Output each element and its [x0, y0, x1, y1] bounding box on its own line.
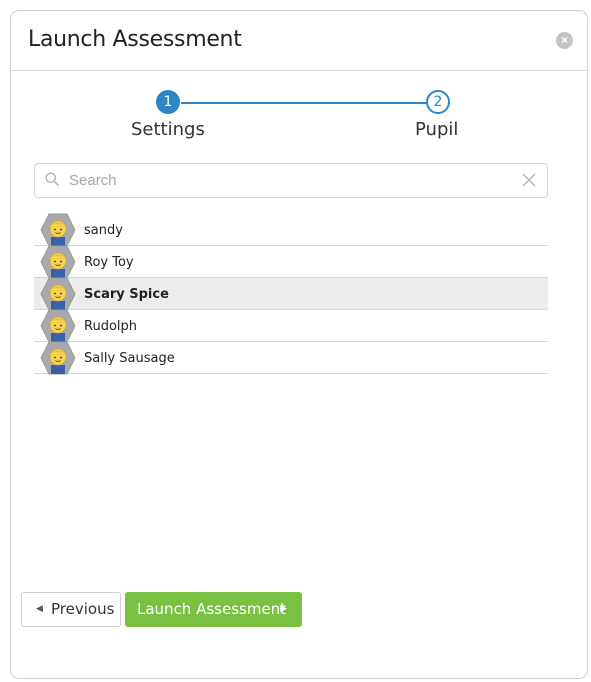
list-item[interactable]: Roy Toy	[34, 245, 548, 279]
launch-assessment-button[interactable]: Launch Assessment ▶	[125, 592, 302, 627]
pupil-search	[34, 163, 548, 198]
search-input[interactable]	[69, 168, 509, 193]
pupil-name: Scary Spice	[84, 287, 169, 302]
avatar	[40, 341, 76, 375]
pupil-name: Roy Toy	[84, 255, 134, 270]
list-item[interactable]: Sally Sausage	[34, 341, 548, 375]
avatar	[40, 309, 76, 343]
pupil-list: sandy Roy Toy Scary Spice Rudolph Sally	[34, 213, 548, 375]
list-item[interactable]: sandy	[34, 213, 548, 247]
pupil-name: Rudolph	[84, 319, 137, 334]
avatar	[40, 277, 76, 311]
pupil-name: sandy	[84, 223, 123, 238]
step-1-indicator[interactable]: 1	[156, 90, 180, 114]
dialog-header: Launch Assessment ×	[11, 11, 587, 71]
previous-button[interactable]: ◀ Previous	[21, 592, 121, 627]
pupil-name: Sally Sausage	[84, 351, 175, 366]
step-2-indicator: 2	[426, 90, 450, 114]
launch-assessment-button-label: Launch Assessment	[137, 600, 287, 618]
chevron-right-icon: ▶	[280, 604, 287, 614]
search-icon	[45, 172, 59, 186]
previous-button-label: Previous	[51, 600, 115, 618]
avatar	[40, 245, 76, 279]
dialog-title: Launch Assessment	[28, 27, 242, 52]
list-item[interactable]: Scary Spice	[34, 277, 548, 311]
chevron-left-icon: ◀	[36, 604, 43, 614]
list-item[interactable]: Rudolph	[34, 309, 548, 343]
step-1-label[interactable]: Settings	[131, 119, 205, 140]
step-2-label: Pupil	[415, 119, 459, 140]
stepper-connector	[181, 102, 437, 104]
close-icon[interactable]: ×	[556, 32, 573, 49]
stepper: 1 2 Settings Pupil	[11, 81, 587, 151]
clear-icon[interactable]	[521, 172, 537, 188]
avatar	[40, 213, 76, 247]
